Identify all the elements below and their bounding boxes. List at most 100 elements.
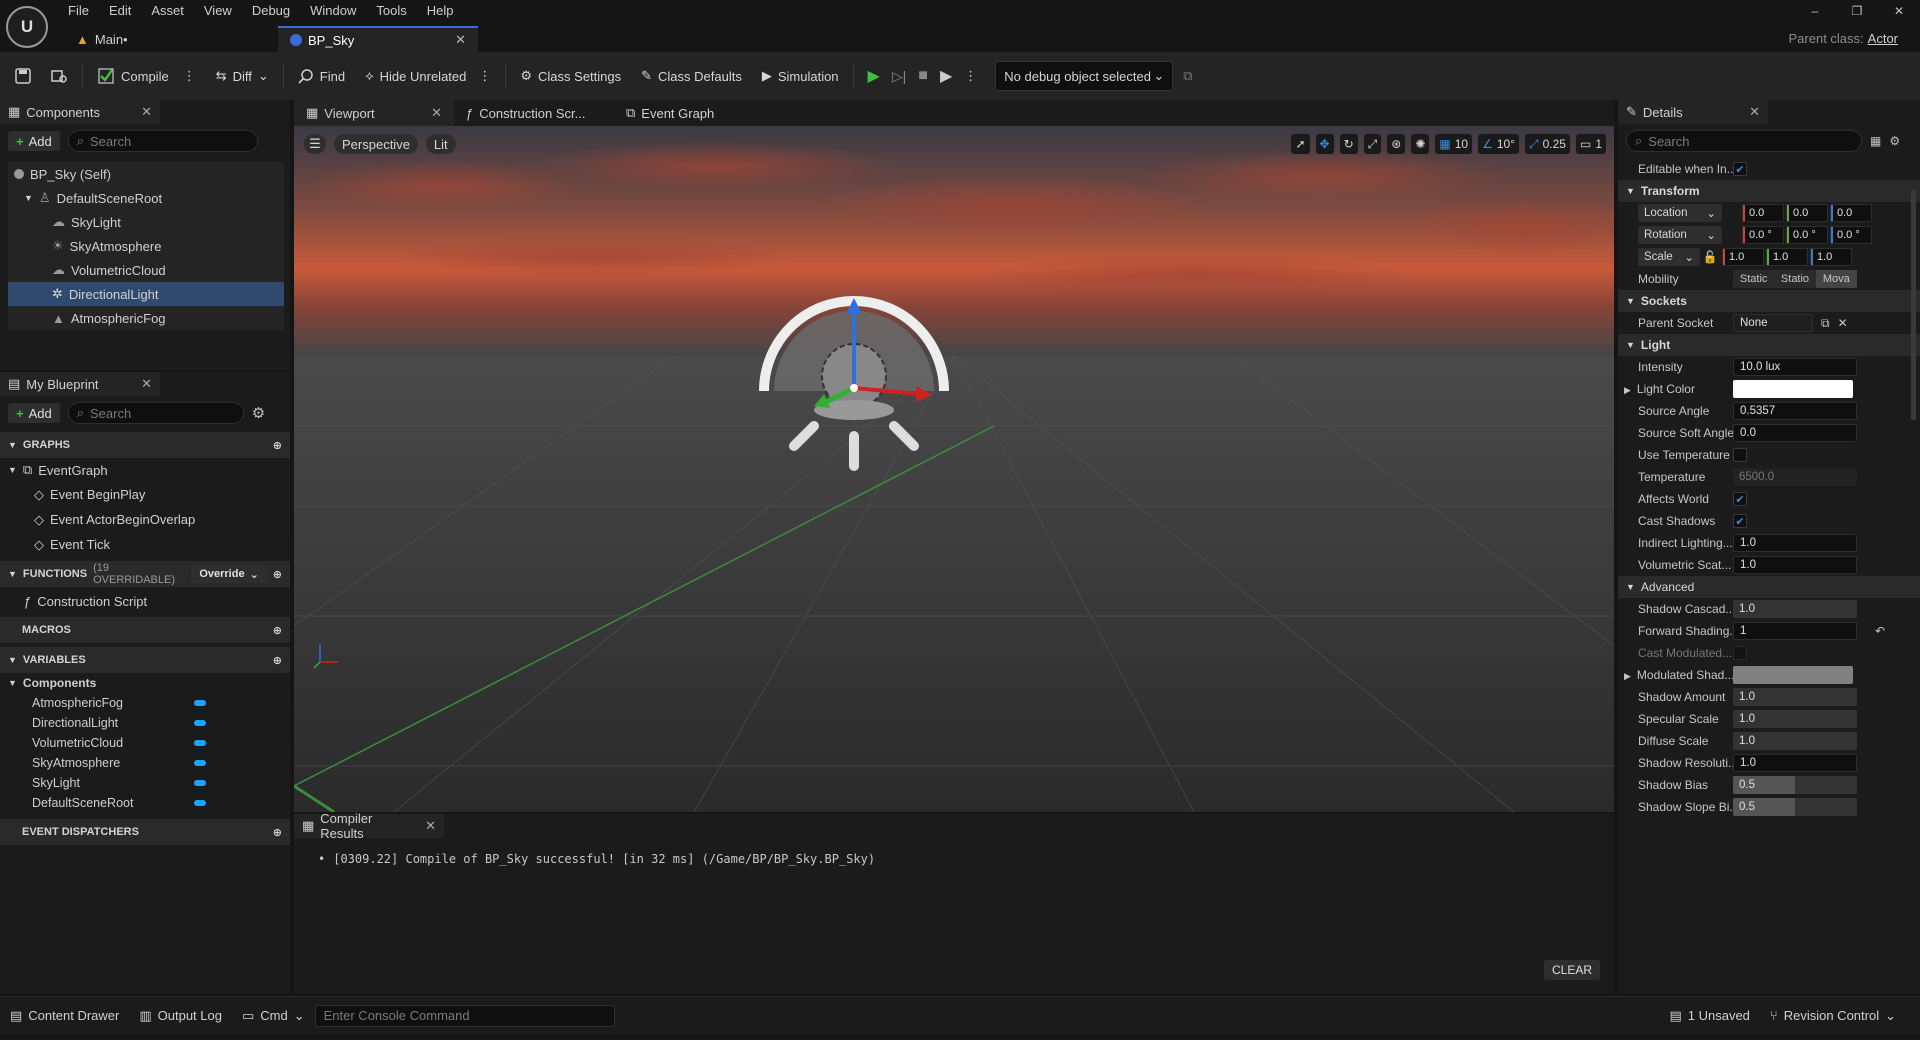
add-graph-icon[interactable]: ⊕ bbox=[273, 439, 282, 452]
class-settings-button[interactable]: ⚙ Class Settings bbox=[510, 60, 631, 92]
components-variable-group[interactable]: ▼ Components bbox=[0, 673, 290, 693]
world-local-icon[interactable]: ⊛ bbox=[1387, 134, 1406, 154]
menu-view[interactable]: View bbox=[196, 0, 244, 22]
intensity-input[interactable]: 10.0 lux bbox=[1733, 358, 1857, 376]
components-tab[interactable]: ▦ Components ✕ bbox=[0, 100, 160, 124]
event-graph-item[interactable]: ▼ ⧉ EventGraph bbox=[0, 458, 290, 482]
sockets-section-header[interactable]: ▼ Sockets bbox=[1618, 290, 1920, 312]
transform-section-header[interactable]: ▼ Transform bbox=[1618, 180, 1920, 202]
cmd-dropdown[interactable]: ▭ Cmd ⌄ bbox=[232, 1008, 315, 1024]
unsaved-button[interactable]: ▤ 1 Unsaved bbox=[1659, 1008, 1759, 1024]
construction-script-item[interactable]: ƒ Construction Script bbox=[0, 587, 290, 615]
location-dropdown[interactable]: Location ⌄ bbox=[1638, 204, 1722, 222]
affects-world-checkbox[interactable]: ✔ bbox=[1733, 492, 1747, 506]
close-icon[interactable]: ✕ bbox=[1749, 104, 1760, 120]
more-vertical-icon[interactable]: ⋮ bbox=[183, 68, 196, 84]
close-icon[interactable]: ✕ bbox=[431, 105, 442, 121]
tab-bp-sky[interactable]: BP_Sky ✕ bbox=[278, 26, 478, 52]
my-blueprint-tab[interactable]: ▤ My Blueprint ✕ bbox=[0, 372, 160, 396]
compiler-results-tab[interactable]: ▦ Compiler Results ✕ bbox=[294, 811, 444, 841]
event-item[interactable]: ◇ Event ActorBeginOverlap bbox=[0, 507, 290, 532]
mobility-stationary[interactable]: Statio bbox=[1774, 273, 1815, 285]
diffuse-scale-slider[interactable]: 1.0 bbox=[1733, 732, 1857, 750]
select-icon[interactable]: ➚ bbox=[1291, 134, 1310, 154]
scale-y-input[interactable]: 1.0 bbox=[1766, 248, 1808, 266]
details-search-input[interactable]: ⌕ Search bbox=[1626, 130, 1862, 152]
source-soft-angle-input[interactable]: 0.0 bbox=[1733, 424, 1857, 442]
location-z-input[interactable]: 0.0 bbox=[1830, 204, 1872, 222]
variable-item[interactable]: SkyAtmosphere bbox=[0, 753, 290, 773]
lock-icon[interactable]: 🔓 bbox=[1700, 250, 1720, 264]
menu-window[interactable]: Window bbox=[302, 0, 368, 22]
content-drawer-button[interactable]: ▤ Content Drawer bbox=[0, 1008, 129, 1024]
variables-section-header[interactable]: ▼ VARIABLES ⊕ bbox=[0, 647, 290, 673]
shadow-cascade-slider[interactable]: 1.0 bbox=[1733, 600, 1857, 618]
scale-icon[interactable]: ⤢ bbox=[1363, 134, 1382, 154]
rotation-z-input[interactable]: 0.0 ° bbox=[1830, 226, 1872, 244]
details-scrollbar[interactable] bbox=[1911, 190, 1916, 420]
override-dropdown[interactable]: Override ⌄ bbox=[191, 565, 267, 583]
perspective-button[interactable]: Perspective bbox=[334, 134, 418, 154]
editable-checkbox[interactable]: ✔ bbox=[1733, 162, 1747, 176]
menu-debug[interactable]: Debug bbox=[244, 0, 302, 22]
menu-help[interactable]: Help bbox=[419, 0, 466, 22]
clear-button[interactable]: CLEAR bbox=[1543, 960, 1600, 980]
debug-browse-icon[interactable]: ⧉ bbox=[1173, 60, 1202, 92]
event-item[interactable]: ◇ Event BeginPlay bbox=[0, 482, 290, 507]
location-x-input[interactable]: 0.0 bbox=[1742, 204, 1784, 222]
more-vertical-icon[interactable]: ⋮ bbox=[964, 68, 977, 84]
browse-button[interactable] bbox=[40, 60, 78, 92]
menu-file[interactable]: File bbox=[60, 0, 101, 22]
shadow-bias-slider[interactable]: 0.5 bbox=[1733, 776, 1857, 794]
advanced-section-header[interactable]: ▼ Advanced bbox=[1618, 576, 1920, 598]
gear-icon[interactable]: ⚙ bbox=[1889, 134, 1900, 148]
menu-edit[interactable]: Edit bbox=[101, 0, 143, 22]
tree-item-skylight[interactable]: ☁ SkyLight bbox=[8, 210, 284, 234]
cast-shadows-checkbox[interactable]: ✔ bbox=[1733, 514, 1747, 528]
my-blueprint-search-input[interactable]: ⌕ Search bbox=[67, 402, 244, 424]
components-search-input[interactable]: ⌕ Search bbox=[67, 130, 258, 152]
close-window-button[interactable]: ✕ bbox=[1878, 0, 1920, 22]
reset-icon[interactable]: ↶ bbox=[1875, 624, 1885, 638]
tree-item-defaultsceneroot[interactable]: ▼ ♙ DefaultSceneRoot bbox=[8, 186, 284, 210]
add-component-button[interactable]: + Add bbox=[8, 131, 60, 151]
location-y-input[interactable]: 0.0 bbox=[1786, 204, 1828, 222]
play-icon[interactable]: ▶ bbox=[868, 66, 880, 86]
rotation-x-input[interactable]: 0.0 ° bbox=[1742, 226, 1784, 244]
viewport-3d-scene[interactable] bbox=[294, 126, 1614, 812]
tree-item-directionallight[interactable]: ✲ DirectionalLight bbox=[8, 282, 284, 306]
add-variable-icon[interactable]: ⊕ bbox=[273, 654, 282, 667]
functions-section-header[interactable]: ▼ FUNCTIONS (19 OVERRIDABLE) Override ⌄ ⊕ bbox=[0, 561, 290, 587]
table-view-icon[interactable]: ▦ bbox=[1870, 134, 1881, 148]
light-color-swatch[interactable] bbox=[1733, 380, 1853, 398]
scale-dropdown[interactable]: Scale ⌄ bbox=[1638, 248, 1700, 266]
scale-x-input[interactable]: 1.0 bbox=[1722, 248, 1764, 266]
volumetric-input[interactable]: 1.0 bbox=[1733, 556, 1857, 574]
variable-item[interactable]: DefaultSceneRoot bbox=[0, 793, 290, 813]
hide-unrelated-button[interactable]: ⟡ Hide Unrelated ⋮ bbox=[355, 60, 501, 92]
revision-control-button[interactable]: ⑂ Revision Control ⌄ bbox=[1760, 1008, 1906, 1024]
diff-button[interactable]: ⇆ Diff ⌄ bbox=[206, 60, 279, 92]
tab-construction-script[interactable]: ƒ Construction Scr... bbox=[454, 100, 614, 126]
variable-item[interactable]: VolumetricCloud bbox=[0, 733, 290, 753]
debug-object-select[interactable]: No debug object selected ⌄ bbox=[995, 61, 1174, 91]
parent-socket-value[interactable]: None bbox=[1733, 314, 1813, 332]
parent-class-link[interactable]: Actor bbox=[1868, 31, 1898, 46]
forward-shading-input[interactable]: 1 bbox=[1733, 622, 1857, 640]
browse-socket-icon[interactable]: ⧉ bbox=[1821, 316, 1830, 331]
tree-item-self[interactable]: BP_Sky (Self) bbox=[8, 162, 284, 186]
minimize-button[interactable]: – bbox=[1794, 0, 1836, 22]
add-macro-icon[interactable]: ⊕ bbox=[273, 624, 282, 637]
mobility-movable[interactable]: Mova bbox=[1815, 270, 1857, 288]
close-icon[interactable]: ✕ bbox=[455, 32, 466, 48]
lit-button[interactable]: Lit bbox=[425, 134, 456, 154]
compile-button[interactable]: Compile ⋮ bbox=[87, 60, 206, 92]
add-member-button[interactable]: + Add bbox=[8, 403, 60, 423]
more-vertical-icon[interactable]: ⋮ bbox=[478, 68, 491, 84]
grid-snap-button[interactable]: ▦ 10 bbox=[1435, 134, 1473, 154]
rotation-dropdown[interactable]: Rotation ⌄ bbox=[1638, 226, 1722, 244]
find-button[interactable]: Find bbox=[288, 60, 355, 92]
camera-speed-button[interactable]: ▭ 1 bbox=[1575, 134, 1606, 154]
save-button[interactable] bbox=[0, 60, 40, 92]
variable-item[interactable]: SkyLight bbox=[0, 773, 290, 793]
